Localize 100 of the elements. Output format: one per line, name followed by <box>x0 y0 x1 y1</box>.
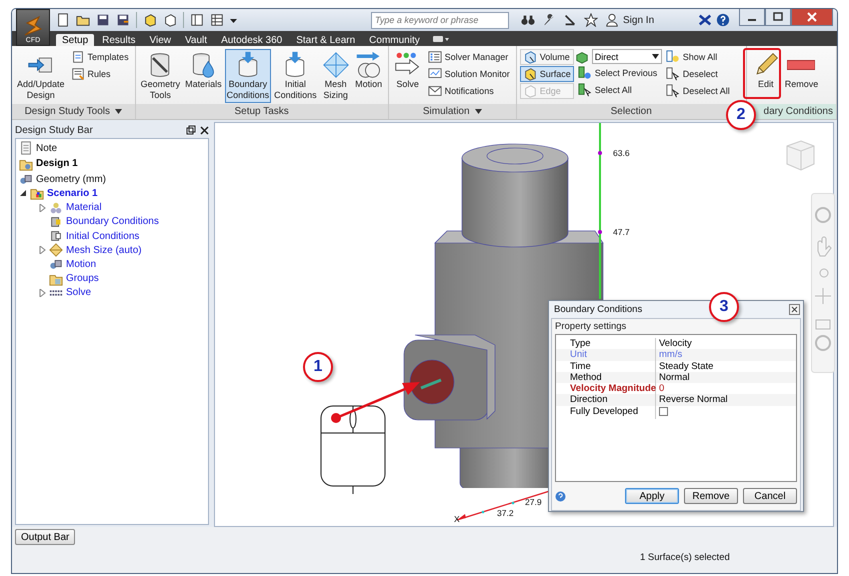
ribbon-button[interactable]: Edit <box>750 49 782 103</box>
help-icon[interactable] <box>716 13 730 27</box>
ribbon-tab[interactable]: Community <box>363 34 426 46</box>
ribbon-tab[interactable]: Vault <box>179 34 214 46</box>
star-icon[interactable] <box>584 13 598 27</box>
close-icon[interactable] <box>789 304 800 315</box>
panel-title: Simulation <box>422 106 470 117</box>
ribbon-button[interactable]: Notifications <box>424 83 513 99</box>
selection-toggle[interactable]: Volume <box>520 49 574 65</box>
restore-icon[interactable] <box>186 125 196 135</box>
tree-item[interactable]: Scenario 1 <box>47 188 98 199</box>
save-icon[interactable] <box>96 13 110 27</box>
help-icon[interactable] <box>555 490 566 502</box>
open-folder-icon[interactable] <box>76 13 90 27</box>
property-value[interactable]: mm/s <box>659 349 682 360</box>
ribbon-button[interactable]: Rules <box>68 66 132 82</box>
output-bar-button[interactable]: Output Bar <box>15 529 76 545</box>
ribbon-button[interactable]: Solver Manager <box>424 49 513 65</box>
tree-item[interactable]: Note <box>36 142 58 154</box>
ribbon-button[interactable]: Initial Conditions <box>272 49 319 103</box>
dialog-button[interactable]: Cancel <box>743 488 797 504</box>
ribbon-button[interactable]: Show All <box>662 49 733 65</box>
property-value[interactable]: Normal <box>659 372 690 383</box>
tree-item[interactable]: Motion <box>66 258 96 270</box>
property-name: Unit <box>556 349 656 361</box>
tree-item[interactable]: Initial Conditions <box>66 230 140 242</box>
pane-title: Design Study Bar <box>15 124 94 136</box>
checkbox[interactable] <box>659 406 668 416</box>
ribbon-tab[interactable]: Results <box>96 34 142 46</box>
grid-icon[interactable] <box>210 13 224 27</box>
panel-icon[interactable] <box>190 13 204 27</box>
ribbon-tab[interactable]: Setup <box>56 34 94 46</box>
tree-item[interactable]: Mesh Size (auto) <box>66 244 142 256</box>
dialog-button[interactable]: Apply <box>625 488 679 504</box>
user-icon[interactable] <box>605 13 619 27</box>
caret-icon <box>652 54 659 59</box>
ribbon-button[interactable]: Deselect All <box>662 83 733 99</box>
property-value[interactable]: Velocity <box>659 338 692 349</box>
panel-title: Design Study Tools <box>24 106 110 117</box>
maximize-icon[interactable] <box>765 9 791 26</box>
folder-icon <box>30 186 44 200</box>
ribbon-tab[interactable]: Autodesk 360 <box>215 34 288 46</box>
collapse-icon[interactable] <box>19 189 27 198</box>
caret-icon[interactable] <box>474 109 482 114</box>
save-as-icon[interactable] <box>116 13 130 27</box>
new-file-icon[interactable] <box>56 13 70 27</box>
dialog-title: Boundary Conditions <box>554 304 642 315</box>
ribbon-button[interactable]: Solve <box>392 49 424 103</box>
axis-label: X <box>454 514 460 524</box>
note-icon <box>19 141 33 156</box>
ribbon-tab[interactable]: Start & Learn <box>290 34 362 46</box>
panel-title: Setup Tasks <box>234 106 289 117</box>
search-field[interactable]: Type a keyword or phrase <box>371 12 509 28</box>
select-icon <box>666 67 680 81</box>
property-value[interactable]: Reverse Normal <box>659 394 728 406</box>
sign-in-link[interactable]: Sign In <box>623 14 654 26</box>
ribbon-button[interactable]: Templates <box>68 49 132 65</box>
select-icon <box>578 66 592 80</box>
minimize-ribbon-icon[interactable] <box>432 34 450 44</box>
rules-icon <box>70 67 85 81</box>
ribbon-button[interactable]: Mesh Sizing <box>320 49 352 103</box>
tree-item[interactable]: Design 1 <box>36 158 78 170</box>
expand-icon[interactable] <box>38 204 46 212</box>
dialog-button[interactable]: Remove <box>684 488 738 504</box>
property-value[interactable]: Steady State <box>659 360 714 372</box>
property-value[interactable]: 0 <box>659 383 664 394</box>
panel-title: Selection <box>610 106 652 117</box>
ribbon-button[interactable]: Select Previous <box>574 65 662 81</box>
ribbon-button[interactable]: Select All <box>574 82 662 98</box>
expand-icon[interactable] <box>38 288 46 297</box>
ribbon-button[interactable]: Deselect <box>662 66 733 82</box>
tree-item[interactable]: Material <box>66 202 102 214</box>
selection-toggle[interactable]: Surface <box>520 66 574 82</box>
tree-item[interactable]: Geometry (mm) <box>36 174 106 185</box>
close-icon[interactable] <box>200 126 209 134</box>
axis-label: 27.9 <box>525 497 542 507</box>
parts-icon <box>49 257 63 272</box>
envelope-icon <box>428 84 442 98</box>
binoculars-icon[interactable] <box>521 13 535 27</box>
ribbon-tab[interactable]: View <box>144 34 177 46</box>
tree-item[interactable]: Boundary Conditions <box>66 216 159 228</box>
document-icon <box>70 50 85 64</box>
ribbon-button[interactable]: Boundary Conditions <box>224 49 272 103</box>
ribbon-button[interactable]: Add/Update Design <box>15 49 67 103</box>
select-icon <box>666 50 680 64</box>
tree-item[interactable]: Solve <box>66 287 92 298</box>
ribbon-button[interactable]: Solution Monitor <box>424 66 513 82</box>
caret-icon[interactable] <box>115 109 122 114</box>
minimize-icon[interactable] <box>739 9 765 26</box>
tree-item[interactable]: Groups <box>66 273 99 284</box>
ribbon-button[interactable]: Materials <box>183 49 224 103</box>
rings-arrow-icon <box>354 51 383 79</box>
ribbon-button[interactable]: Geometry Tools <box>138 49 182 103</box>
expand-icon[interactable] <box>38 246 46 254</box>
ribbon-button[interactable]: Remove <box>782 49 820 103</box>
molecule-icon <box>49 200 63 215</box>
selection-mode-dropdown[interactable]: Direct <box>592 49 662 64</box>
list-icon <box>428 50 442 64</box>
ribbon-button[interactable]: Motion <box>352 49 385 103</box>
group-label: Property settings <box>555 321 628 332</box>
